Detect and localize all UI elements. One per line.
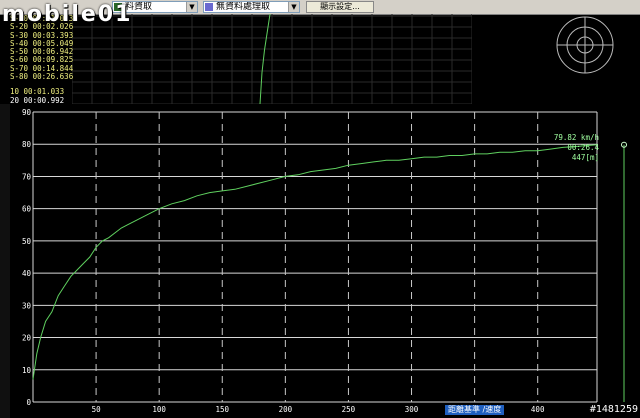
- readout-distance: 447[m]: [572, 153, 599, 162]
- display-settings-button[interactable]: 顯示設定...: [306, 1, 374, 13]
- readout-time: 00:26.4: [567, 143, 599, 152]
- gforce-dial: [556, 16, 614, 74]
- x-tick-label: 200: [279, 405, 293, 414]
- axis-mode-label[interactable]: 距離基準 /速度: [445, 405, 505, 415]
- y-tick-label: 90: [22, 108, 32, 117]
- y-tick-label: 60: [22, 205, 32, 214]
- y-tick-label: 40: [22, 269, 32, 278]
- readout-speed: 79.82 km/h: [554, 133, 599, 142]
- y-tick-label: 30: [22, 301, 32, 310]
- split-times-list: S-10 00:01.033 S-20 00:02.026 S-30 00:03…: [10, 14, 74, 105]
- split-row: 20 00:00.992: [10, 95, 65, 105]
- x-tick-label: 50: [92, 405, 102, 414]
- y-tick-label: 50: [22, 237, 32, 246]
- speed-distance-chart: 0102030405060708090 50100150200250300350…: [0, 104, 640, 418]
- watermark-id: #1481259: [589, 404, 638, 415]
- y-tick-label: 80: [22, 140, 32, 149]
- y-tick-label: 20: [22, 334, 32, 343]
- x-tick-label: 150: [215, 405, 229, 414]
- mini-gforce-chart: [72, 14, 472, 104]
- x-tick-label: 250: [342, 405, 356, 414]
- compare-source-select[interactable]: 無資料處理取 ▼: [203, 1, 300, 13]
- split-row: S-80 00:26.636: [10, 72, 74, 82]
- mini-chart-grid: [72, 14, 472, 104]
- x-tick-label: 300: [405, 405, 419, 414]
- chevron-down-icon[interactable]: ▼: [186, 2, 197, 12]
- mobile01-logo: mobile01: [2, 2, 133, 27]
- x-tick-label: 100: [152, 405, 166, 414]
- color-swatch: [205, 3, 213, 11]
- y-tick-label: 10: [22, 366, 32, 375]
- y-tick-label: 0: [26, 398, 31, 407]
- x-tick-label: 400: [531, 405, 545, 414]
- chevron-down-icon[interactable]: ▼: [288, 2, 299, 12]
- y-tick-label: 70: [22, 172, 32, 181]
- compare-source-select-value: 無資料處理取: [216, 2, 271, 12]
